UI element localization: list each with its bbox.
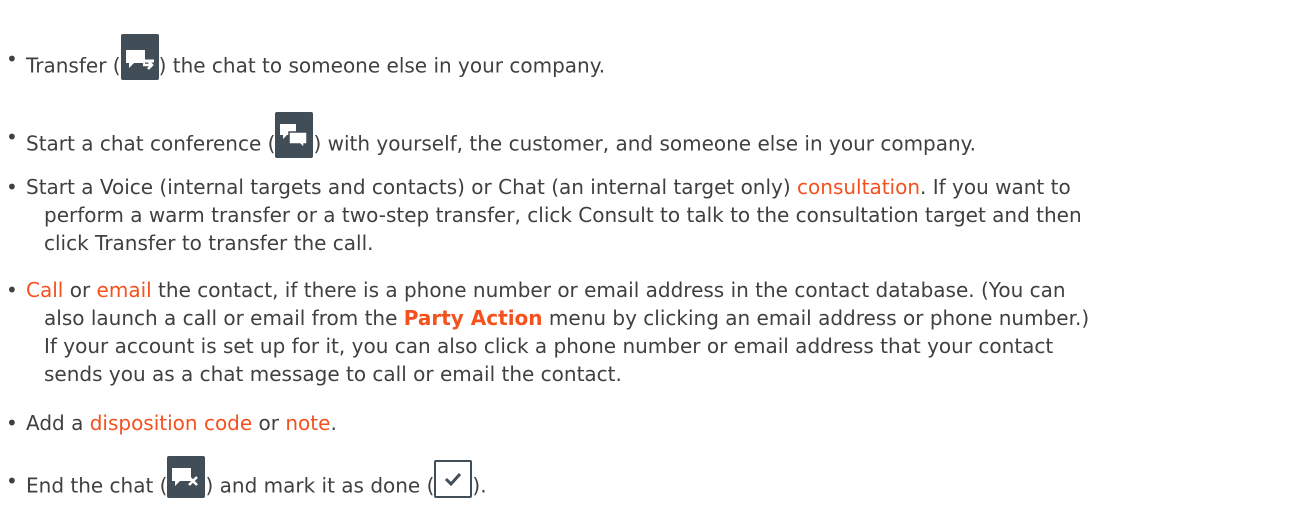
list-item-text-line2: also launch a call or email from the Par… — [44, 306, 1090, 330]
list-item-text-line2: perform a warm transfer or a two-step tr… — [44, 203, 1082, 227]
list-item-text-line3: If your account is set up for it, you ca… — [44, 334, 1054, 358]
bullet: • — [6, 411, 18, 435]
email-link[interactable]: email — [97, 278, 152, 302]
chat-conference-icon[interactable] — [275, 112, 314, 158]
bullet: • — [6, 278, 18, 302]
list-item-consultation: • Start a Voice (internal targets and co… — [0, 168, 1309, 258]
list-item-text: Transfer ( ) the chat to someone else in… — [26, 34, 1309, 90]
list-item-end-chat: • End the chat ( ) and mark it as done (… — [0, 456, 1309, 502]
bullet: • — [6, 47, 18, 71]
party-action-link[interactable]: Party Action — [404, 306, 543, 330]
list-item-text: Call or email the contact, if there is a… — [26, 278, 1066, 302]
disposition-code-link[interactable]: disposition code — [90, 411, 252, 435]
transfer-chat-icon[interactable] — [120, 34, 159, 80]
note-link[interactable]: note — [285, 411, 330, 435]
bullet: • — [6, 175, 18, 199]
list-item-text: End the chat ( ) and mark it as done ( )… — [26, 456, 1309, 508]
list-item-disposition: • Add a disposition code or note. — [0, 404, 1309, 444]
list-item-call-email: • Call or email the contact, if there is… — [0, 271, 1309, 391]
end-chat-icon[interactable] — [167, 456, 206, 498]
list-item-conference: • Start a chat conference ( ) with yours… — [0, 112, 1309, 158]
list-item-text: Add a disposition code or note. — [26, 411, 337, 435]
list-item-text-line4: sends you as a chat message to call or e… — [44, 362, 622, 386]
mark-done-icon[interactable] — [434, 460, 473, 498]
list-item-text: Start a Voice (internal targets and cont… — [26, 175, 1071, 199]
list-item-text: Start a chat conference ( ) with yoursel… — [26, 112, 1309, 168]
call-link[interactable]: Call — [26, 278, 63, 302]
list-item-text-line3: click Transfer to transfer the call. — [44, 231, 374, 255]
bullet: • — [6, 469, 18, 493]
bullet: • — [6, 125, 18, 149]
consultation-link[interactable]: consultation — [797, 175, 920, 199]
list-item-transfer: • Transfer ( ) the chat to someone else … — [0, 34, 1309, 80]
